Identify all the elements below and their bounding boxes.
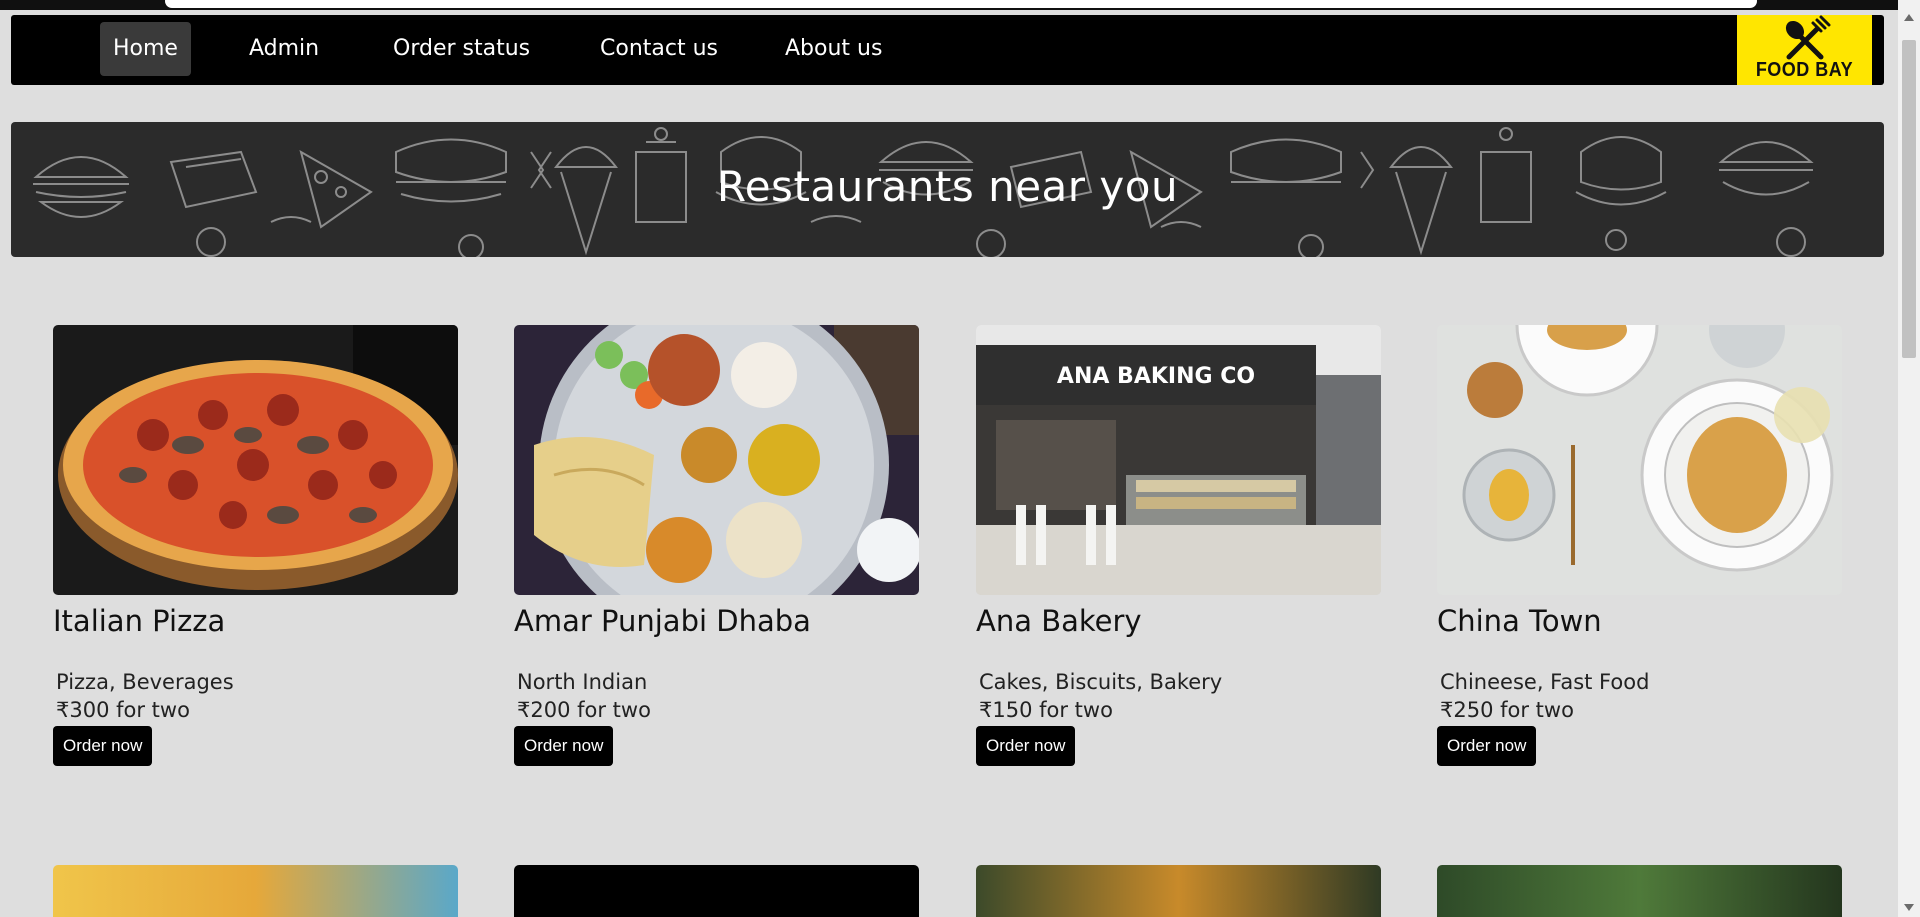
nav-order-status[interactable]: Order status xyxy=(380,22,543,76)
nav-home[interactable]: Home xyxy=(100,22,191,76)
restaurant-card-amar-punjabi-dhaba: Amar Punjabi Dhaba North Indian ₹200 for… xyxy=(514,325,919,766)
page-scrollbar[interactable] xyxy=(1898,0,1920,917)
restaurant-name: Ana Bakery xyxy=(976,604,1142,638)
restaurant-card-image-partial[interactable] xyxy=(514,865,919,917)
thali-photo[interactable] xyxy=(514,325,919,595)
restaurant-cuisine: North Indian xyxy=(517,670,648,694)
main-navbar: Home Admin Order status Contact us About… xyxy=(11,15,1884,85)
scroll-up-arrow-icon[interactable] xyxy=(1904,14,1914,21)
nav-contact-us[interactable]: Contact us xyxy=(587,22,731,76)
order-now-button[interactable]: Order now xyxy=(976,726,1076,766)
browser-top-strip xyxy=(0,0,1920,10)
nav-admin[interactable]: Admin xyxy=(236,22,332,76)
order-now-button[interactable]: Order now xyxy=(53,726,153,766)
svg-text:ANA BAKING CO: ANA BAKING CO xyxy=(1057,364,1255,389)
restaurant-name: Italian Pizza xyxy=(53,604,226,638)
address-bar[interactable] xyxy=(165,0,1757,8)
scroll-thumb[interactable] xyxy=(1902,40,1916,358)
restaurant-card-image-partial[interactable] xyxy=(53,865,458,917)
restaurants-banner: Restaurants near you xyxy=(11,122,1884,257)
fork-knife-icon xyxy=(1785,15,1831,60)
food-bay-logo[interactable]: FOOD BAY xyxy=(1737,15,1872,85)
nav-about-us[interactable]: About us xyxy=(772,22,895,76)
restaurant-cuisine: Chineese, Fast Food xyxy=(1440,670,1650,694)
order-now-button[interactable]: Order now xyxy=(514,726,614,766)
restaurant-card-china-town: China Town Chineese, Fast Food ₹250 for … xyxy=(1437,325,1842,766)
restaurant-name: Amar Punjabi Dhaba xyxy=(514,604,811,638)
bakery-photo[interactable]: ANA BAKING CO xyxy=(976,325,1381,595)
pizza-photo[interactable] xyxy=(53,325,458,595)
restaurant-card-image-partial[interactable] xyxy=(1437,865,1842,917)
restaurant-name: China Town xyxy=(1437,604,1602,638)
restaurant-card-image-partial[interactable] xyxy=(976,865,1381,917)
restaurant-price: ₹150 for two xyxy=(979,698,1113,722)
order-now-button[interactable]: Order now xyxy=(1437,726,1537,766)
restaurant-price: ₹300 for two xyxy=(56,698,190,722)
restaurant-cuisine: Cakes, Biscuits, Bakery xyxy=(979,670,1223,694)
banner-title: Restaurants near you xyxy=(716,162,1179,211)
noodles-photo[interactable] xyxy=(1437,325,1842,595)
restaurant-card-ana-bakery: ANA BAKING CO Ana Bakery Cakes, Biscuits… xyxy=(976,325,1381,766)
logo-text: FOOD BAY xyxy=(1755,57,1854,81)
restaurant-price: ₹200 for two xyxy=(517,698,651,722)
restaurant-card-italian-pizza: Italian Pizza Pizza, Beverages ₹300 for … xyxy=(53,325,458,766)
scroll-down-arrow-icon[interactable] xyxy=(1904,904,1914,911)
restaurant-cuisine: Pizza, Beverages xyxy=(56,670,234,694)
restaurant-price: ₹250 for two xyxy=(1440,698,1574,722)
